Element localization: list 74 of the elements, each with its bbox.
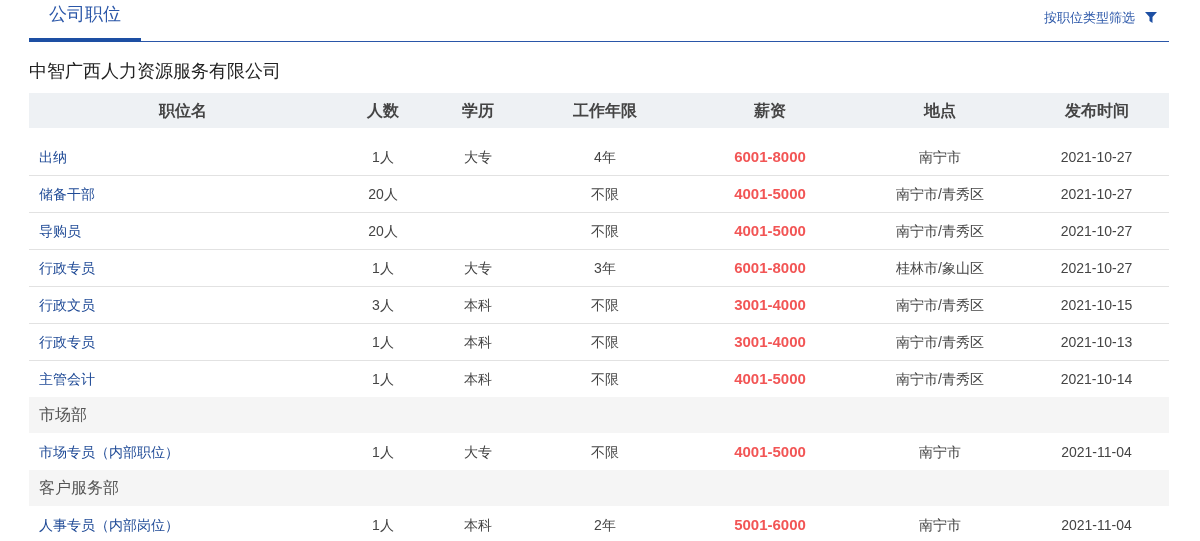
table-cell: 南宁市/青秀区 (896, 334, 984, 350)
table-cell: 20人 (368, 186, 398, 202)
table-cell: 不限 (591, 297, 619, 313)
column-header: 薪资 (753, 100, 787, 121)
salary-cell: 5001-6000 (734, 515, 806, 533)
table-cell: 不限 (591, 186, 619, 202)
job-title-link[interactable]: 行政文员 (39, 297, 95, 313)
job-title-link[interactable]: 储备干部 (39, 186, 95, 202)
table-cell: 南宁市/青秀区 (896, 297, 984, 313)
table-cell: 2年 (594, 516, 616, 533)
table-cell: 不限 (591, 443, 619, 460)
department-heading: 客户服务部 (39, 478, 119, 498)
table-cell: 本科 (464, 297, 492, 313)
filter-icon (1145, 12, 1157, 24)
table-cell: 不限 (591, 334, 619, 350)
table-cell: 2021-10-27 (1060, 223, 1133, 239)
job-title-link[interactable]: 市场专员（内部职位） (39, 443, 179, 460)
table-cell: 2021-10-27 (1060, 260, 1133, 276)
table-cell: 不限 (591, 371, 619, 387)
table-cell: 2021-10-27 (1060, 148, 1133, 165)
job-title-link[interactable]: 行政专员 (39, 260, 95, 276)
salary-cell: 4001-5000 (734, 370, 806, 387)
job-title-link[interactable]: 行政专员 (39, 334, 95, 350)
table-cell: 大专 (464, 260, 492, 276)
salary-cell: 4001-5000 (734, 222, 806, 239)
salary-cell: 3001-4000 (734, 296, 806, 313)
salary-cell: 3001-4000 (734, 333, 806, 350)
column-header: 发布时间 (1063, 100, 1130, 121)
job-title-link[interactable]: 导购员 (39, 223, 81, 239)
salary-cell: 6001-8000 (734, 147, 806, 165)
table-cell: 南宁市/青秀区 (896, 223, 984, 239)
table-cell: 南宁市 (919, 148, 961, 165)
table-cell: 4年 (594, 148, 616, 165)
table-cell: 南宁市/青秀区 (896, 371, 984, 387)
table-cell: 大专 (464, 443, 492, 460)
column-header: 地点 (922, 100, 957, 121)
table-cell: 2021-11-04 (1061, 516, 1132, 533)
table-cell: 2021-10-14 (1060, 371, 1133, 387)
table-cell: 1人 (372, 371, 394, 387)
column-header: 人数 (366, 100, 400, 121)
salary-cell: 6001-8000 (734, 259, 806, 276)
table-cell: 2021-10-27 (1060, 186, 1133, 202)
table-cell: 2021-10-15 (1060, 297, 1133, 313)
table-cell: 本科 (464, 371, 492, 387)
table-cell: 南宁市/青秀区 (896, 186, 984, 202)
table-cell: 不限 (591, 223, 619, 239)
job-title-link[interactable]: 主管会计 (39, 371, 95, 387)
job-title-link[interactable]: 出纳 (39, 148, 67, 165)
table-cell: 桂林市/象山区 (896, 260, 984, 276)
table-cell: 3人 (372, 297, 394, 313)
table-cell: 大专 (464, 148, 492, 165)
table-cell: 1人 (372, 516, 394, 533)
column-header: 职位名 (157, 100, 208, 121)
table-cell: 20人 (368, 223, 398, 239)
table-cell: 本科 (464, 516, 492, 533)
salary-cell: 4001-5000 (734, 185, 806, 202)
table-cell: 南宁市 (919, 516, 961, 533)
column-header: 学历 (461, 100, 495, 121)
table-cell: 1人 (372, 334, 394, 350)
table-cell: 2021-10-13 (1060, 334, 1133, 350)
table-cell: 1人 (372, 260, 394, 276)
department-heading: 市场部 (39, 405, 87, 425)
filter-button[interactable]: 按职位类型筛选 (1044, 8, 1157, 28)
tab[interactable]: 公司职位 (29, 1, 141, 42)
column-header: 工作年限 (572, 100, 638, 121)
salary-cell: 4001-5000 (734, 442, 806, 460)
table-cell: 3年 (594, 260, 616, 276)
table-cell: 1人 (372, 443, 394, 460)
table-cell: 本科 (464, 334, 492, 350)
job-title-link[interactable]: 人事专员（内部岗位） (39, 516, 179, 533)
table-cell: 1人 (372, 148, 394, 165)
company-name: 中智广西人力资源服务有限公司 (29, 60, 282, 83)
table-cell: 2021-11-04 (1061, 443, 1132, 460)
table-cell: 南宁市 (919, 443, 961, 460)
